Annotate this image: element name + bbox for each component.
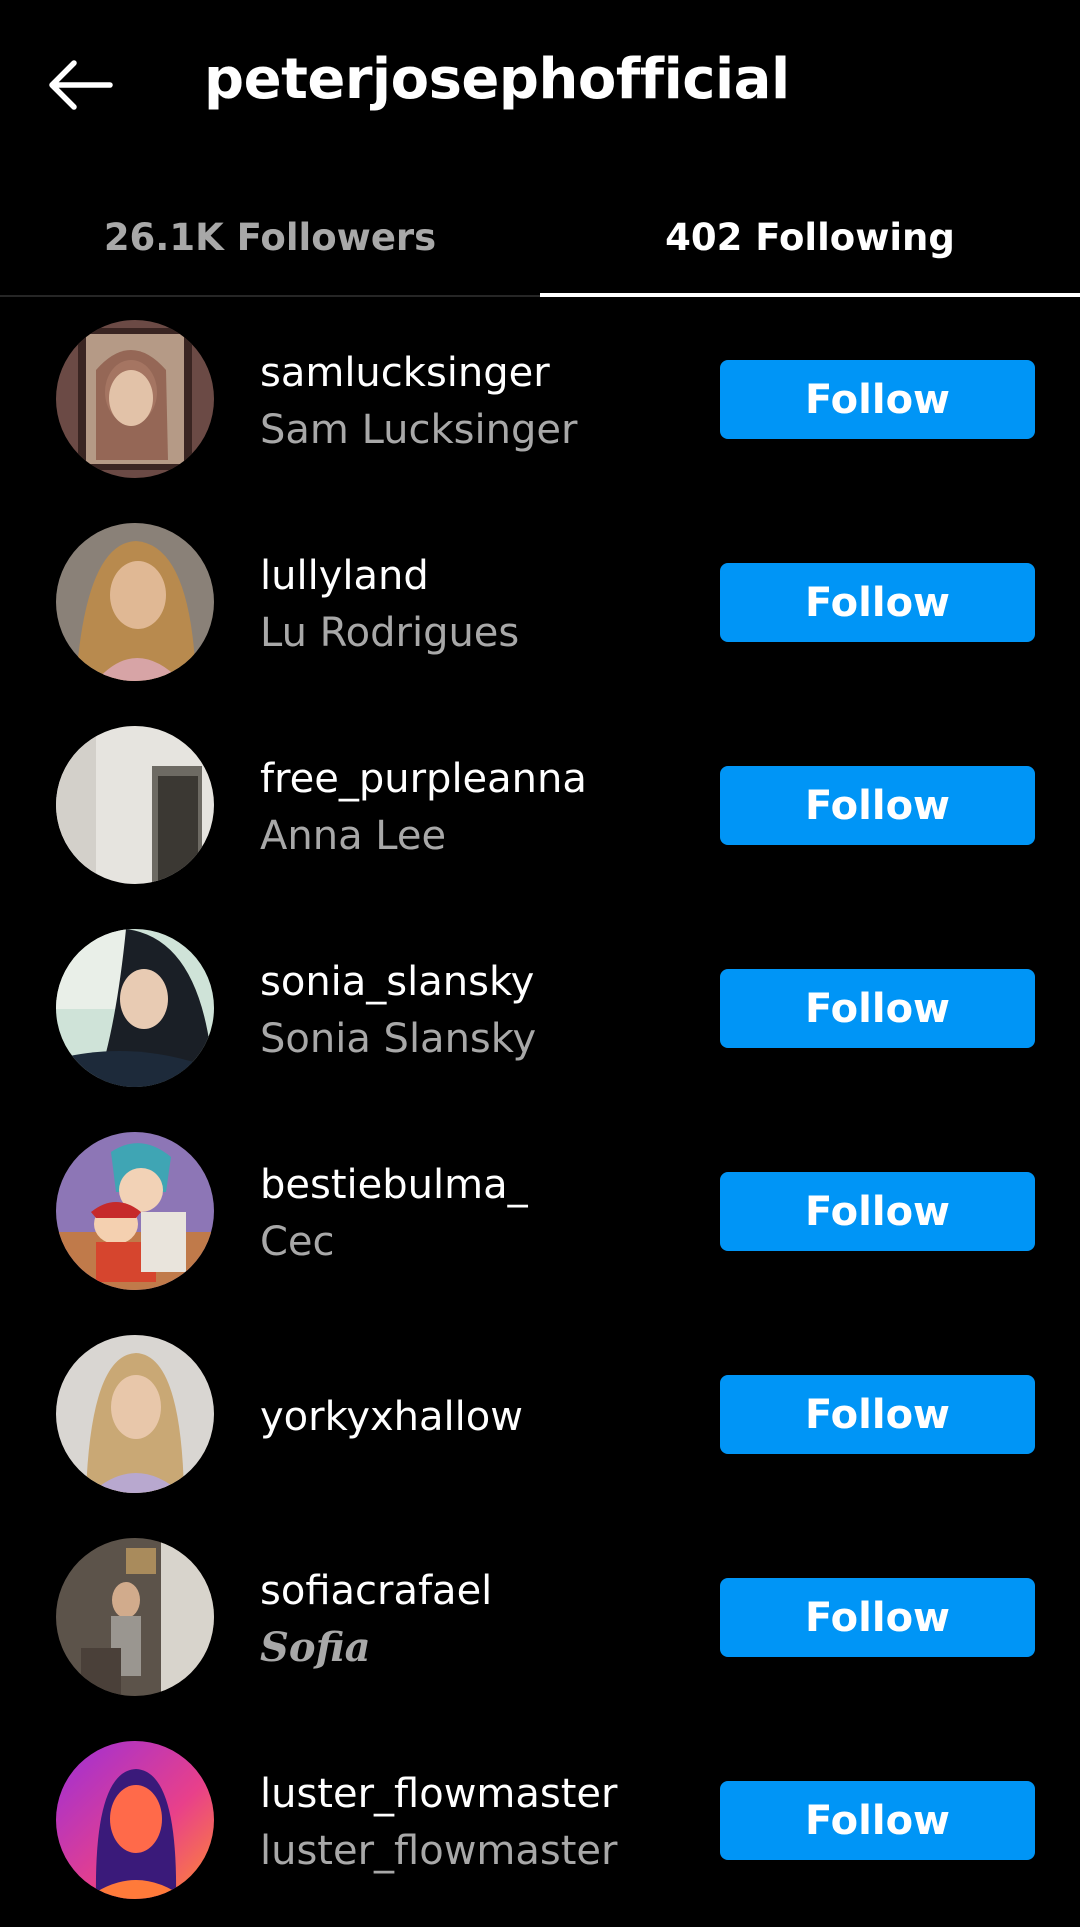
follow-button[interactable]: Follow bbox=[720, 360, 1035, 439]
full-name: Sonia Slansky bbox=[260, 1015, 537, 1062]
full-name: Sam Lucksinger bbox=[260, 406, 578, 453]
username[interactable]: yorkyxhallow bbox=[260, 1389, 523, 1445]
full-name: Cec bbox=[260, 1218, 335, 1265]
full-name: luster_flowmaster bbox=[260, 1827, 618, 1874]
tab-following[interactable]: 402 Following bbox=[540, 180, 1080, 295]
active-tab-indicator bbox=[540, 293, 1080, 297]
follow-button[interactable]: Follow bbox=[720, 1781, 1035, 1860]
username[interactable]: luster_flowmaster bbox=[260, 1766, 617, 1822]
user-names: samlucksinger Sam Lucksinger bbox=[260, 300, 577, 503]
user-names: free_purpleanna Anna Lee bbox=[260, 706, 587, 909]
follow-button[interactable]: Follow bbox=[720, 969, 1035, 1048]
username[interactable]: bestiebulma_ bbox=[260, 1157, 528, 1213]
full-name: Lu Rodrigues bbox=[260, 609, 520, 656]
username[interactable]: sofiacrafael bbox=[260, 1563, 492, 1619]
avatar[interactable] bbox=[56, 320, 214, 478]
tab-followers[interactable]: 26.1K Followers bbox=[0, 180, 540, 295]
back-arrow-icon[interactable] bbox=[44, 55, 116, 115]
follow-button[interactable]: Follow bbox=[720, 766, 1035, 845]
avatar[interactable] bbox=[56, 523, 214, 681]
page-title: peterjosephofficial bbox=[204, 47, 790, 112]
follow-button[interactable]: Follow bbox=[720, 1375, 1035, 1454]
user-names: lullyland Lu Rodrigues bbox=[260, 503, 519, 706]
tab-bar: 26.1K Followers 402 Following bbox=[0, 180, 1080, 297]
list-item[interactable]: free_purpleanna Anna Lee Follow bbox=[0, 706, 1080, 909]
following-list: samlucksinger Sam Lucksinger Follow lull… bbox=[0, 300, 1080, 1924]
list-item[interactable]: bestiebulma_ Cec Follow bbox=[0, 1112, 1080, 1315]
username[interactable]: sonia_slansky bbox=[260, 954, 536, 1010]
list-item[interactable]: sofiacrafael Sofia Follow bbox=[0, 1518, 1080, 1721]
avatar[interactable] bbox=[56, 929, 214, 1087]
user-names: sofiacrafael Sofia bbox=[260, 1518, 492, 1721]
follow-button[interactable]: Follow bbox=[720, 1578, 1035, 1657]
full-name: Sofia bbox=[260, 1623, 371, 1671]
list-item[interactable]: samlucksinger Sam Lucksinger Follow bbox=[0, 300, 1080, 503]
user-names: luster_flowmaster luster_flowmaster bbox=[260, 1721, 617, 1924]
avatar[interactable] bbox=[56, 726, 214, 884]
full-name: Anna Lee bbox=[260, 812, 447, 859]
follow-button[interactable]: Follow bbox=[720, 563, 1035, 642]
username[interactable]: samlucksinger bbox=[260, 345, 577, 401]
list-item[interactable]: luster_flowmaster luster_flowmaster Foll… bbox=[0, 1721, 1080, 1924]
top-bar: peterjosephofficial bbox=[0, 0, 1080, 170]
list-item[interactable]: lullyland Lu Rodrigues Follow bbox=[0, 503, 1080, 706]
user-names: bestiebulma_ Cec bbox=[260, 1112, 528, 1315]
avatar[interactable] bbox=[56, 1741, 214, 1899]
list-item[interactable]: yorkyxhallow Follow bbox=[0, 1315, 1080, 1518]
user-names: yorkyxhallow bbox=[260, 1315, 523, 1518]
avatar[interactable] bbox=[56, 1538, 214, 1696]
username[interactable]: lullyland bbox=[260, 548, 519, 604]
list-item[interactable]: sonia_slansky Sonia Slansky Follow bbox=[0, 909, 1080, 1112]
username[interactable]: free_purpleanna bbox=[260, 751, 587, 807]
user-names: sonia_slansky Sonia Slansky bbox=[260, 909, 536, 1112]
follow-button[interactable]: Follow bbox=[720, 1172, 1035, 1251]
avatar[interactable] bbox=[56, 1132, 214, 1290]
avatar[interactable] bbox=[56, 1335, 214, 1493]
